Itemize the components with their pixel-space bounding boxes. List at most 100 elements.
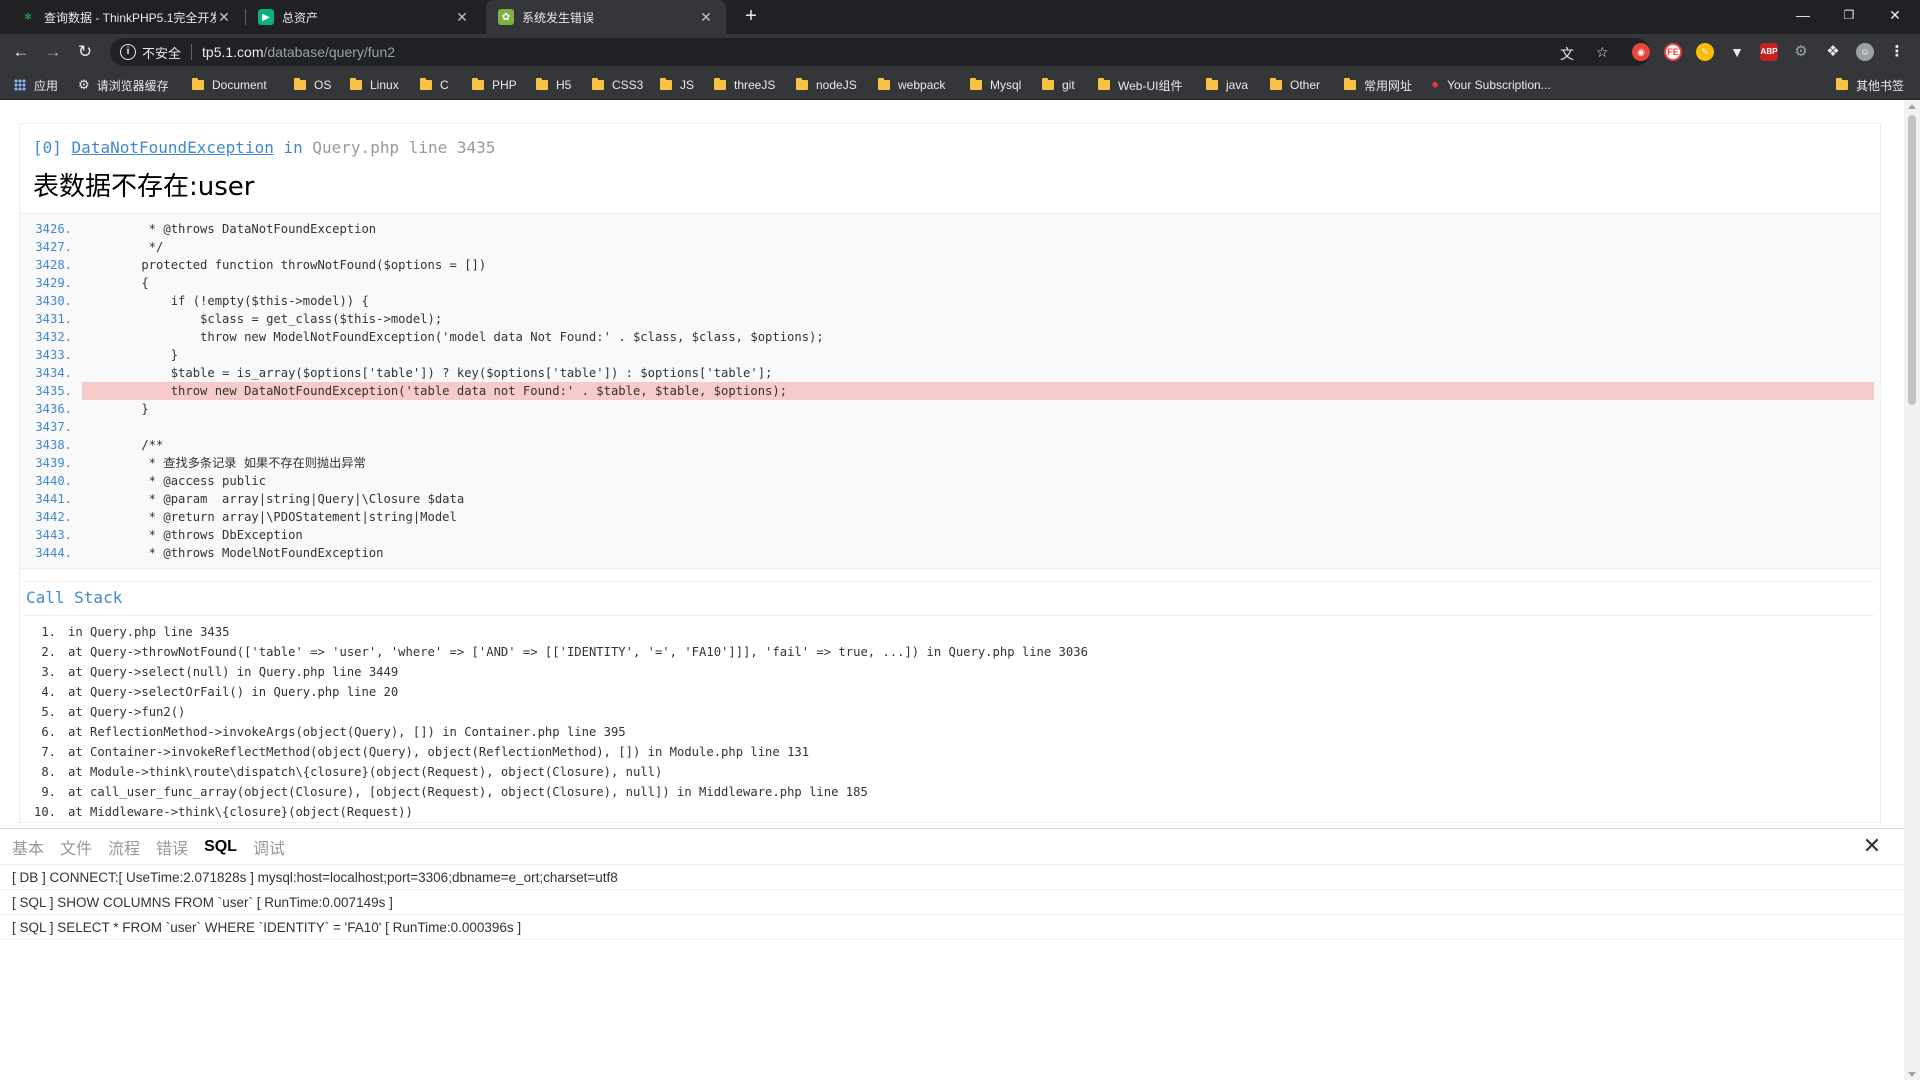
close-tab-icon[interactable]: ✕	[454, 9, 470, 26]
line-number: 3434.	[35, 366, 72, 380]
bookmark-other[interactable]: 其他书签	[1836, 70, 1904, 100]
line-number: 3427.	[35, 240, 72, 254]
close-tab-icon[interactable]: ✕	[216, 9, 232, 26]
toolbar: ← → ↻ i 不安全 tp5.1.com/database/query/fun…	[0, 34, 1920, 70]
code-text: }	[112, 348, 179, 362]
reload-icon[interactable]: ↻	[72, 39, 98, 65]
bookmark-folder[interactable]: threeJS	[714, 70, 775, 100]
code-text: * @return array|\PDOStatement|string|Mod…	[112, 510, 457, 524]
back-arrow-icon[interactable]: ←	[8, 39, 34, 65]
folder-icon	[714, 78, 726, 90]
line-number: 3435.	[35, 384, 72, 398]
close-icon[interactable]: ✕	[1862, 835, 1882, 857]
bookmark-folder[interactable]: OS	[294, 70, 331, 100]
folder-icon	[1206, 78, 1218, 90]
exception-index: [0]	[33, 138, 62, 157]
call-stack-text: at Module->think\route\dispatch\{closure…	[68, 765, 663, 779]
trace-tab[interactable]: 文件	[60, 835, 92, 859]
minimize-icon[interactable]: —	[1780, 0, 1826, 34]
translate-icon[interactable]: 文	[1560, 44, 1574, 64]
bookmark-folder[interactable]: Linux	[350, 70, 399, 100]
line-number: 3429.	[35, 276, 72, 290]
bookmark-folder[interactable]: 常用网址	[1344, 70, 1412, 100]
call-stack-number: 6.	[41, 725, 56, 739]
bookmark-folder[interactable]: Document	[192, 70, 267, 100]
sql-log: [ DB ] CONNECT:[ UseTime:2.071828s ] mys…	[0, 865, 1904, 940]
code-line: 3435. throw new DataNotFoundException('t…	[20, 382, 1874, 400]
bookmark-folder[interactable]: nodeJS	[796, 70, 857, 100]
thinkphp-favicon-icon: ❄	[23, 11, 33, 23]
fe-extension-icon[interactable]: FE	[1664, 43, 1682, 61]
bookmark-folder[interactable]: CSS3	[592, 70, 643, 100]
bookmark-subscription[interactable]: ⚫ Your Subscription...	[1430, 70, 1551, 100]
trace-tab[interactable]: 错误	[156, 835, 188, 859]
address-bar[interactable]: i 不安全 tp5.1.com/database/query/fun2 文 ☆	[110, 38, 1650, 66]
browser-tab-query-data[interactable]: ❄ 查询数据 - ThinkPHP5.1完全开发 ✕	[8, 0, 244, 34]
bookmark-folder[interactable]: git	[1042, 70, 1075, 100]
line-number: 3433.	[35, 348, 72, 362]
sql-log-row: [ SQL ] SHOW COLUMNS FROM `user` [ RunTi…	[0, 890, 1904, 915]
code-text: * @param array|string|Query|\Closure $da…	[112, 492, 465, 506]
line-number: 3441.	[35, 492, 72, 506]
bookmark-folder[interactable]: Web-UI组件	[1098, 70, 1182, 100]
exception-info: [0] DataNotFoundException in Query.php l…	[20, 124, 1880, 213]
folder-icon	[796, 78, 808, 90]
call-stack-number: 5.	[41, 705, 56, 719]
code-text: * @throws DbException	[112, 528, 303, 542]
exception-location: Query.php line 3435	[312, 138, 496, 157]
bookmark-star-icon[interactable]: ☆	[1596, 44, 1609, 61]
bookmark-folder[interactable]: java	[1206, 70, 1248, 100]
vue-devtools-icon[interactable]: ▼	[1728, 43, 1746, 61]
call-stack-number: 9.	[41, 785, 56, 799]
trace-tab[interactable]: 基本	[12, 835, 44, 859]
code-text: if (!empty($this->model)) {	[112, 294, 369, 308]
code-text: * @access public	[112, 474, 267, 488]
scrollbar-thumb[interactable]	[1908, 115, 1916, 405]
security-label[interactable]: 不安全	[142, 43, 181, 62]
call-stack-item: 2. at Query->throwNotFound(['table' => 'u…	[24, 642, 1874, 662]
menu-kebab-icon[interactable]: ⋮	[1888, 43, 1906, 61]
extension-icon[interactable]: ◉	[1632, 43, 1650, 61]
call-stack-number: 4.	[41, 685, 56, 699]
code-line: 3444. * @throws ModelNotFoundException	[20, 544, 1874, 562]
trace-tab[interactable]: 流程	[108, 835, 140, 859]
folder-icon	[592, 78, 604, 90]
browser-tab-assets[interactable]: ▶ 总资产 ✕	[246, 0, 482, 34]
scroll-down-icon[interactable]	[1908, 1072, 1916, 1077]
trace-tab[interactable]: SQL	[204, 838, 237, 856]
page-scrollbar[interactable]	[1904, 101, 1920, 1080]
bookmark-clear-cache[interactable]: ⚙ 请浏览器缓存	[78, 70, 169, 100]
browser-tab-system-error[interactable]: ✿ 系统发生错误 ✕	[486, 0, 726, 34]
bookmark-folder[interactable]: C	[420, 70, 449, 100]
call-stack-item: 6. at ReflectionMethod->invokeArgs(object…	[24, 722, 1874, 742]
close-tab-icon[interactable]: ✕	[698, 9, 714, 26]
adblock-icon[interactable]: ABP	[1760, 43, 1778, 61]
new-tab-button[interactable]: +	[738, 4, 764, 30]
window-close-icon[interactable]: ✕	[1872, 0, 1918, 34]
bookmark-apps[interactable]: 应用	[14, 70, 58, 100]
url-text[interactable]: tp5.1.com/database/query/fun2	[202, 44, 395, 60]
call-stack-number: 1.	[41, 625, 56, 639]
bookmark-folder[interactable]: Other	[1270, 70, 1320, 100]
trace-panel: 基本 文件 流程 错误 SQL 调试 ✕ [ DB ] CONNECT:[ UseTime…	[0, 828, 1904, 1080]
trace-tab[interactable]: 调试	[253, 835, 285, 859]
color-picker-icon[interactable]: ✎	[1696, 43, 1714, 61]
puzzle-icon[interactable]: ❖	[1824, 43, 1842, 61]
restore-icon[interactable]: ❐	[1826, 0, 1872, 34]
code-line: 3426. * @throws DataNotFoundException	[20, 220, 1874, 238]
line-number: 3442.	[35, 510, 72, 524]
exception-class-link[interactable]: DataNotFoundException	[72, 138, 274, 157]
bookmark-folder[interactable]: webpack	[878, 70, 945, 100]
exception-message: 表数据不存在:user	[33, 172, 255, 202]
gear-extension-icon[interactable]: ⚙	[1792, 43, 1810, 61]
scroll-up-icon[interactable]	[1908, 104, 1916, 109]
bookmark-folder[interactable]: PHP	[472, 70, 517, 100]
bookmark-folder[interactable]: JS	[660, 70, 694, 100]
call-stack-number: 10.	[33, 805, 56, 819]
info-icon[interactable]: i	[120, 44, 136, 60]
bookmark-folder[interactable]: Mysql	[970, 70, 1021, 100]
call-stack-text: at Middleware->think\{closure}(object(Re…	[68, 805, 413, 819]
profile-avatar-icon[interactable]: ☺	[1856, 43, 1874, 61]
forward-arrow-icon[interactable]: →	[40, 39, 66, 65]
bookmark-folder[interactable]: H5	[536, 70, 571, 100]
